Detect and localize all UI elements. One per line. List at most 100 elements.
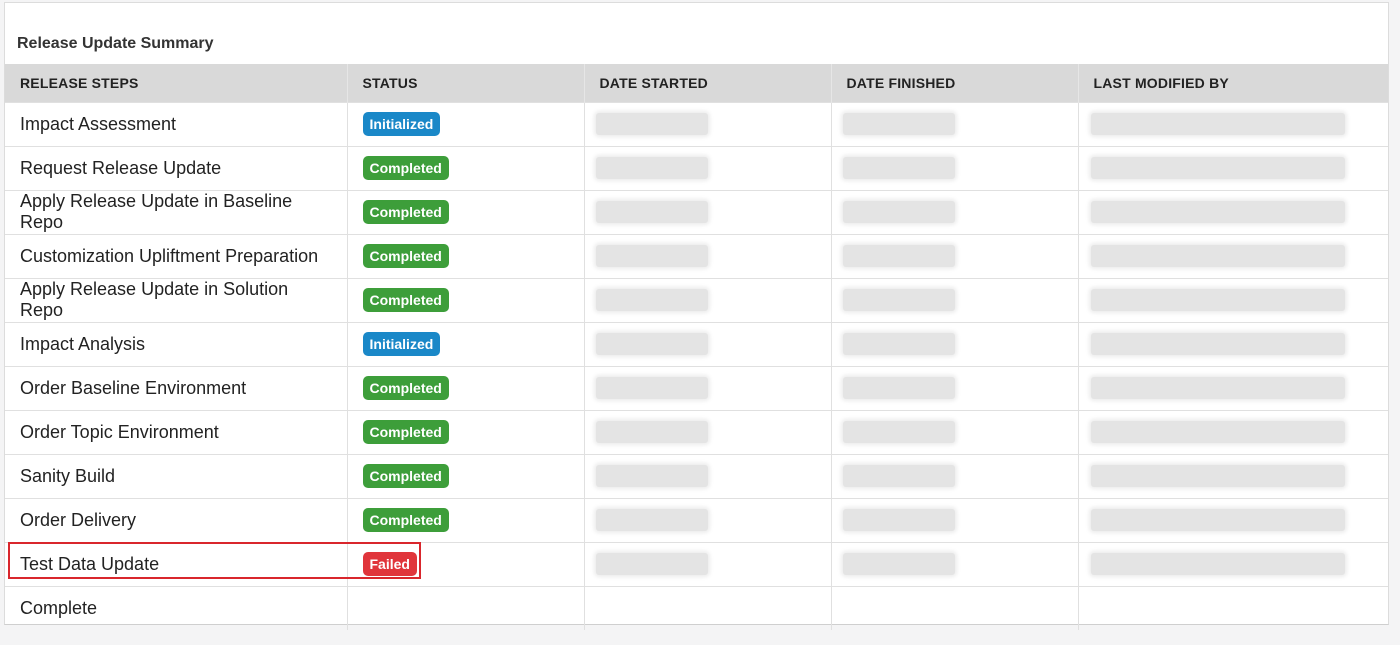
release-step-name: Request Release Update (5, 145, 347, 190)
status-badge: Initialized (362, 112, 441, 136)
date-finished-cell (830, 321, 1078, 366)
redacted-value (842, 465, 955, 487)
date-started-cell (583, 101, 831, 146)
date-started-cell (583, 233, 831, 278)
redacted-value (842, 421, 955, 443)
status-cell (346, 585, 584, 630)
last-modified-by-cell (1077, 541, 1388, 586)
release-step-name: Order Baseline Environment (5, 365, 347, 410)
date-finished-cell (830, 409, 1078, 454)
redacted-value (1090, 157, 1345, 179)
redacted-value (1090, 245, 1345, 267)
date-started-cell (583, 365, 831, 410)
table-row: Impact Analysis Initialized (5, 321, 1388, 366)
last-modified-by-cell (1077, 101, 1388, 146)
date-started-cell (583, 189, 831, 234)
date-started-cell (583, 409, 831, 454)
table-row: Test Data Update Failed (5, 541, 1388, 586)
status-cell: Completed (346, 233, 584, 278)
panel-title: Release Update Summary (17, 35, 214, 52)
status-badge: Failed (362, 552, 417, 576)
redacted-value (595, 201, 708, 223)
release-step-name: Apply Release Update in Solution Repo (5, 277, 347, 322)
redacted-value (842, 509, 955, 531)
header-last-modified-by: LAST MODIFIED BY (1077, 64, 1388, 102)
table-row: Customization Upliftment Preparation Comp… (5, 233, 1388, 278)
status-cell: Initialized (346, 101, 584, 146)
redacted-value (1090, 421, 1345, 443)
date-finished-cell (830, 101, 1078, 146)
redacted-value (842, 201, 955, 223)
release-step-name: Sanity Build (5, 453, 347, 498)
date-finished-cell (830, 189, 1078, 234)
redacted-value (595, 113, 708, 135)
table-row: Sanity Build Completed (5, 453, 1388, 498)
status-badge: Completed (362, 200, 449, 224)
redacted-value (842, 157, 955, 179)
date-started-cell (583, 321, 831, 366)
status-badge: Completed (362, 376, 449, 400)
table-row: Order Baseline Environment Completed (5, 365, 1388, 410)
redacted-value (595, 157, 708, 179)
status-cell: Completed (346, 453, 584, 498)
redacted-value (1090, 201, 1345, 223)
status-cell: Completed (346, 409, 584, 454)
status-badge: Completed (362, 464, 449, 488)
release-step-name: Apply Release Update in Baseline Repo (5, 189, 347, 234)
header-status: STATUS (346, 64, 584, 102)
redacted-value (595, 553, 708, 575)
status-cell: Completed (346, 365, 584, 410)
table-header-row: RELEASE STEPS STATUS DATE STARTED DATE F… (5, 64, 1388, 102)
redacted-value (1090, 509, 1345, 531)
redacted-value (595, 465, 708, 487)
status-badge: Completed (362, 244, 449, 268)
release-step-name: Complete (5, 585, 347, 630)
redacted-value (1090, 113, 1345, 135)
status-cell: Completed (346, 277, 584, 322)
redacted-value (595, 333, 708, 355)
status-badge: Initialized (362, 332, 441, 356)
release-update-summary-panel: Release Update Summary RELEASE STEPS STA… (4, 2, 1389, 630)
redacted-value (1090, 377, 1345, 399)
table-row: Apply Release Update in Solution Repo Com… (5, 277, 1388, 322)
release-step-name: Test Data Update (5, 541, 347, 586)
redacted-value (595, 509, 708, 531)
release-step-name: Impact Analysis (5, 321, 347, 366)
date-finished-cell (830, 453, 1078, 498)
redacted-value (842, 245, 955, 267)
redacted-value (842, 289, 955, 311)
redacted-value (1090, 465, 1345, 487)
table-row: Order Delivery Completed (5, 497, 1388, 542)
date-started-cell (583, 145, 831, 190)
release-step-name: Order Topic Environment (5, 409, 347, 454)
status-cell: Completed (346, 189, 584, 234)
last-modified-by-cell (1077, 585, 1388, 630)
header-date-started: DATE STARTED (583, 64, 831, 102)
redacted-value (842, 553, 955, 575)
last-modified-by-cell (1077, 409, 1388, 454)
last-modified-by-cell (1077, 453, 1388, 498)
table-row: Order Topic Environment Completed (5, 409, 1388, 454)
date-finished-cell (830, 365, 1078, 410)
release-step-name: Impact Assessment (5, 101, 347, 146)
redacted-value (595, 245, 708, 267)
status-cell: Initialized (346, 321, 584, 366)
date-finished-cell (830, 497, 1078, 542)
last-modified-by-cell (1077, 321, 1388, 366)
table-row: Request Release Update Completed (5, 145, 1388, 190)
release-steps-table: RELEASE STEPS STATUS DATE STARTED DATE F… (5, 64, 1388, 630)
release-step-name: Customization Upliftment Preparation (5, 233, 347, 278)
redacted-value (1090, 289, 1345, 311)
date-finished-cell (830, 585, 1078, 630)
header-date-finished: DATE FINISHED (830, 64, 1078, 102)
redacted-value (595, 377, 708, 399)
status-badge: Completed (362, 156, 449, 180)
date-finished-cell (830, 541, 1078, 586)
table-row: Apply Release Update in Baseline Repo Com… (5, 189, 1388, 234)
redacted-value (1090, 553, 1345, 575)
last-modified-by-cell (1077, 277, 1388, 322)
date-started-cell (583, 541, 831, 586)
status-cell: Completed (346, 145, 584, 190)
redacted-value (1090, 333, 1345, 355)
last-modified-by-cell (1077, 233, 1388, 278)
